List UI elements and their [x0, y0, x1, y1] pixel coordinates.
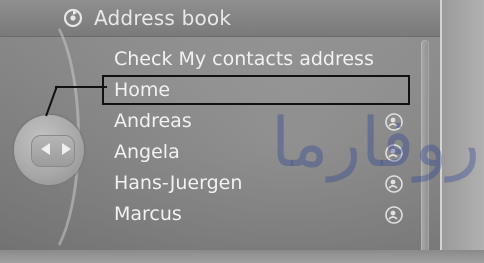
list-item-label: Check My contacts address [114, 48, 374, 70]
list-item-label: Hans-Juergen [114, 172, 243, 194]
list-item-label: Marcus [114, 203, 182, 225]
watermark: روفارما [271, 104, 480, 183]
list-item-check-contacts[interactable]: Check My contacts address [104, 44, 410, 74]
contact-icon [384, 204, 404, 224]
list-item-marcus[interactable]: Marcus [104, 199, 410, 229]
pointer-line-horizontal [55, 86, 107, 88]
page-title: Address book [94, 6, 232, 30]
idrive-screen: Address book Check My contacts address H… [0, 0, 484, 263]
list-item-label: Andreas [114, 110, 192, 132]
arrow-right-icon [62, 143, 71, 155]
contacts-refresh-icon [62, 7, 84, 29]
list-item-label: Home [114, 79, 171, 101]
arrow-left-icon [41, 143, 50, 155]
screen-frame-bottom [0, 250, 484, 263]
list-item-label: Angela [114, 141, 180, 163]
header-bar: Address book [0, 0, 484, 37]
